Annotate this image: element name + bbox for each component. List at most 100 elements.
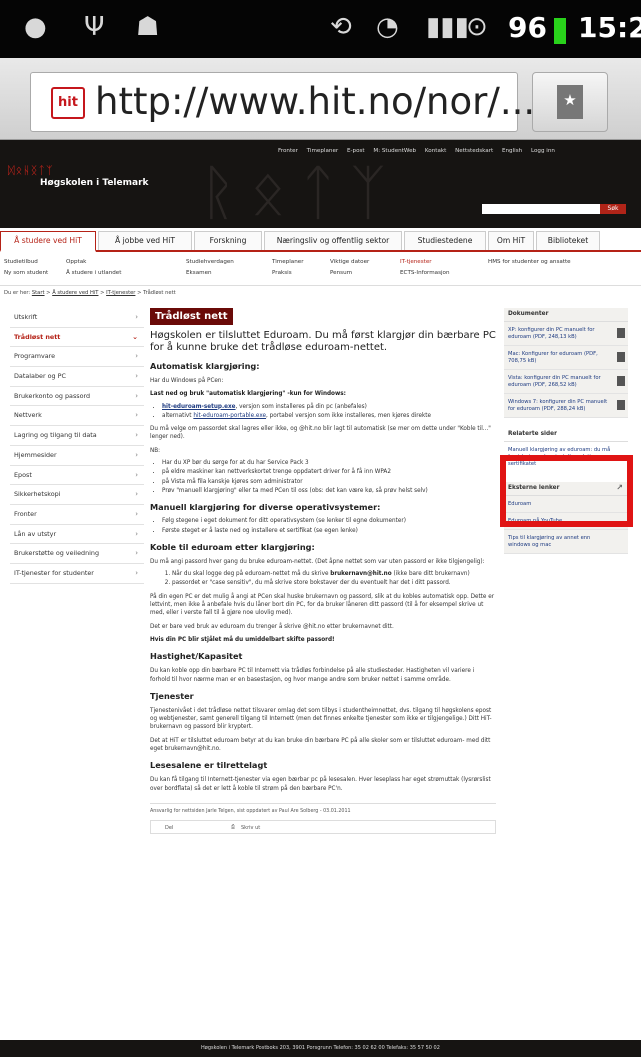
paragraph: Du kan få tilgang til Internett-tjeneste… <box>150 777 491 792</box>
sidebar-item[interactable]: Nettverk › <box>10 406 144 427</box>
page-title: Trådløst nett <box>150 308 233 325</box>
usb-icon: Ψ <box>84 12 105 42</box>
subnav-link[interactable]: Praksis <box>272 270 292 276</box>
sidebar-item[interactable]: Epost › <box>10 466 144 486</box>
top-link-login[interactable]: Logg inn <box>531 148 555 154</box>
share-button[interactable]: Del <box>165 824 173 832</box>
related-box: Relaterte sider Manuell klargjøring av e… <box>504 428 628 472</box>
paragraph: På din egen PC er det mulig å angi at PC… <box>150 593 495 617</box>
sidebar-item[interactable]: Sikkerhetskopi › <box>10 485 144 505</box>
subnav-link[interactable]: Pensum <box>330 270 352 276</box>
sidebar-item[interactable]: Hjemmesider › <box>10 446 144 466</box>
print-icon: ⎙ <box>231 824 236 831</box>
sidebar-item[interactable]: Utskrift › <box>10 308 144 328</box>
chevron-right-icon: › <box>135 549 138 558</box>
external-link[interactable]: Eduroam på YouTube <box>504 513 628 530</box>
top-link[interactable]: Fronter <box>278 148 298 154</box>
sidebar-item-label: Epost <box>14 470 32 479</box>
sidebar-item[interactable]: Lån av utstyr › <box>10 525 144 545</box>
sidebar-item-label: Lagring og tilgang til data <box>14 431 97 440</box>
subnav-link[interactable]: Eksamen <box>186 270 212 276</box>
sidebar-item[interactable]: Datalaber og PC › <box>10 367 144 387</box>
heading-speed: Hastighet/Kapasitet <box>150 651 243 662</box>
print-button[interactable]: Skriv ut <box>241 824 260 832</box>
tab-about[interactable]: Om HiT <box>488 231 534 250</box>
breadcrumb-link[interactable]: Å studere ved HiT <box>52 290 98 296</box>
top-link-english[interactable]: English <box>502 148 522 154</box>
external-link[interactable]: Eduroam <box>504 496 628 513</box>
page-responsible: Ansvarlig for nettsiden Jarle Telgen, si… <box>150 802 496 816</box>
main-nav: Å studere ved HiT Å jobbe ved HiT Forskn… <box>0 228 641 252</box>
breadcrumb-link[interactable]: Start <box>32 290 45 296</box>
site-header: ᚱᛟᛏᛉ ᛞᛟᚺᛝᛏᛉ Høgskolen i Telemark Fronter… <box>0 140 641 228</box>
chevron-right-icon: › <box>135 490 138 499</box>
subnav-link[interactable]: Studiehverdagen <box>186 259 234 265</box>
external-link[interactable]: Tips til klargjøring av annet enn window… <box>504 530 628 554</box>
nb-label: NB: <box>150 447 161 454</box>
top-link[interactable]: E-post <box>347 148 365 154</box>
sidebar-item[interactable]: Programvare › <box>10 347 144 368</box>
document-link[interactable]: Mac: Konfigurer for eduroam (PDF, 708,75… <box>504 346 628 370</box>
url-field[interactable]: hit http://www.hit.no/nor/... <box>30 72 535 132</box>
sidebar-item[interactable]: Brukerstøtte og veiledning › <box>10 544 144 564</box>
heading-reading-rooms: Lesesalene er tilrettelagt <box>150 760 268 771</box>
download-setup-link[interactable]: hit-eduroam-setup.exe <box>162 404 236 410</box>
sidebar-item[interactable]: IT-tjenester for studenter › <box>10 564 144 584</box>
list-item: på Vista må fila kanskje kjøres som admi… <box>162 478 496 486</box>
sidebar-item[interactable]: Fronter › <box>10 505 144 525</box>
tab-library[interactable]: Biblioteket <box>536 231 600 250</box>
warning-text: Hvis din PC blir stjålet må du umiddelba… <box>150 636 335 643</box>
subnav-link[interactable]: Å studere i utlandet <box>66 270 121 276</box>
list-text: , portabel versjon som ikke installeres,… <box>266 412 432 419</box>
related-link[interactable]: Manuell klargjøring av eduroam: du må fø… <box>504 442 628 472</box>
subnav-link[interactable]: Opptak <box>66 259 86 265</box>
search-input[interactable] <box>482 204 600 214</box>
document-link[interactable]: XP: konfigurer din PC manuelt for eduroa… <box>504 322 628 346</box>
lead-paragraph: Høgskolen er tilsluttet Eduroam. Du må f… <box>150 330 496 353</box>
document-link-label: Windows 7: konfigurer din PC manuelt for… <box>508 399 608 412</box>
top-link[interactable]: Timeplaner <box>307 148 339 154</box>
top-link[interactable]: M: StudentWeb <box>373 148 416 154</box>
subnav-link[interactable]: Viktige datoer <box>330 259 369 265</box>
chevron-right-icon: › <box>135 529 138 538</box>
status-bar: ● Ψ ☗ ⟲ ◔ ▮▮▮ ⊙ 96 15:26 <box>0 0 641 58</box>
list-item: alternativt hit-eduroam-portable.exe, po… <box>162 412 496 420</box>
subnav-link[interactable]: HMS for studenter og ansatte <box>488 259 571 265</box>
tab-work[interactable]: Å jobbe ved HiT <box>98 231 192 250</box>
logo-icon[interactable]: ᛞᛟᚺᛝᛏᛉ <box>8 164 54 177</box>
sidebar-item-label: Lån av utstyr <box>14 529 57 538</box>
top-link[interactable]: Kontakt <box>425 148 446 154</box>
tab-business[interactable]: Næringsliv og offentlig sektor <box>264 231 402 250</box>
username-format: brukernavn@hit.no <box>330 571 392 578</box>
sidebar-item-label: Brukerstøtte og veiledning <box>14 549 99 558</box>
sidebar-item[interactable]: Lagring og tilgang til data › <box>10 426 144 446</box>
subnav-link[interactable]: Studietilbud <box>4 259 38 265</box>
sidebar-item[interactable]: Brukerkonto og passord › <box>10 387 144 407</box>
tab-campuses[interactable]: Studiestedene <box>404 231 486 250</box>
subnav-link[interactable]: Ny som student <box>4 270 48 276</box>
external-box: Eksterne lenker ↗ Eduroam Eduroam på YouT… <box>504 482 628 554</box>
document-link[interactable]: Vista: konfigurer din PC manuelt for edu… <box>504 370 628 394</box>
list-item: hit-eduroam-setup.exe, versjon som insta… <box>162 403 496 411</box>
list-item: Har du XP bør du sørge for at du har Ser… <box>162 459 496 467</box>
school-name[interactable]: Høgskolen i Telemark <box>40 178 149 188</box>
list-item: passordet er "case sensitiv", du må skri… <box>172 579 496 587</box>
document-link[interactable]: Windows 7: konfigurer din PC manuelt for… <box>504 394 628 418</box>
subnav-link[interactable]: ECTS-Informasjon <box>400 270 450 276</box>
tab-research[interactable]: Forskning <box>194 231 262 250</box>
search-button[interactable]: Søk <box>600 204 626 214</box>
sidebar-item-label: Sikkerhetskopi <box>14 490 61 499</box>
top-link[interactable]: Nettstedskart <box>455 148 493 154</box>
tab-study[interactable]: Å studere ved HiT <box>0 231 96 252</box>
list-text: (ikke bare ditt brukernavn) <box>391 571 470 578</box>
list-item: Følg stegene i eget dokument for ditt op… <box>162 517 496 525</box>
bookmarks-button[interactable]: ★ <box>532 72 608 132</box>
subnav-link-active[interactable]: IT-tjenester <box>400 259 432 265</box>
sidebar-item-active[interactable]: Trådløst nett ⌄ <box>10 328 144 348</box>
download-portable-link[interactable]: hit-eduroam-portable.exe <box>193 413 266 419</box>
subnav-link[interactable]: Timeplaner <box>272 259 304 265</box>
right-column: Dokumenter XP: konfigurer din PC manuelt… <box>504 308 628 564</box>
list-item: Første steget er å laste ned og installe… <box>162 527 496 535</box>
breadcrumb-link[interactable]: IT-tjenester <box>106 290 135 296</box>
pdf-icon <box>617 328 625 338</box>
